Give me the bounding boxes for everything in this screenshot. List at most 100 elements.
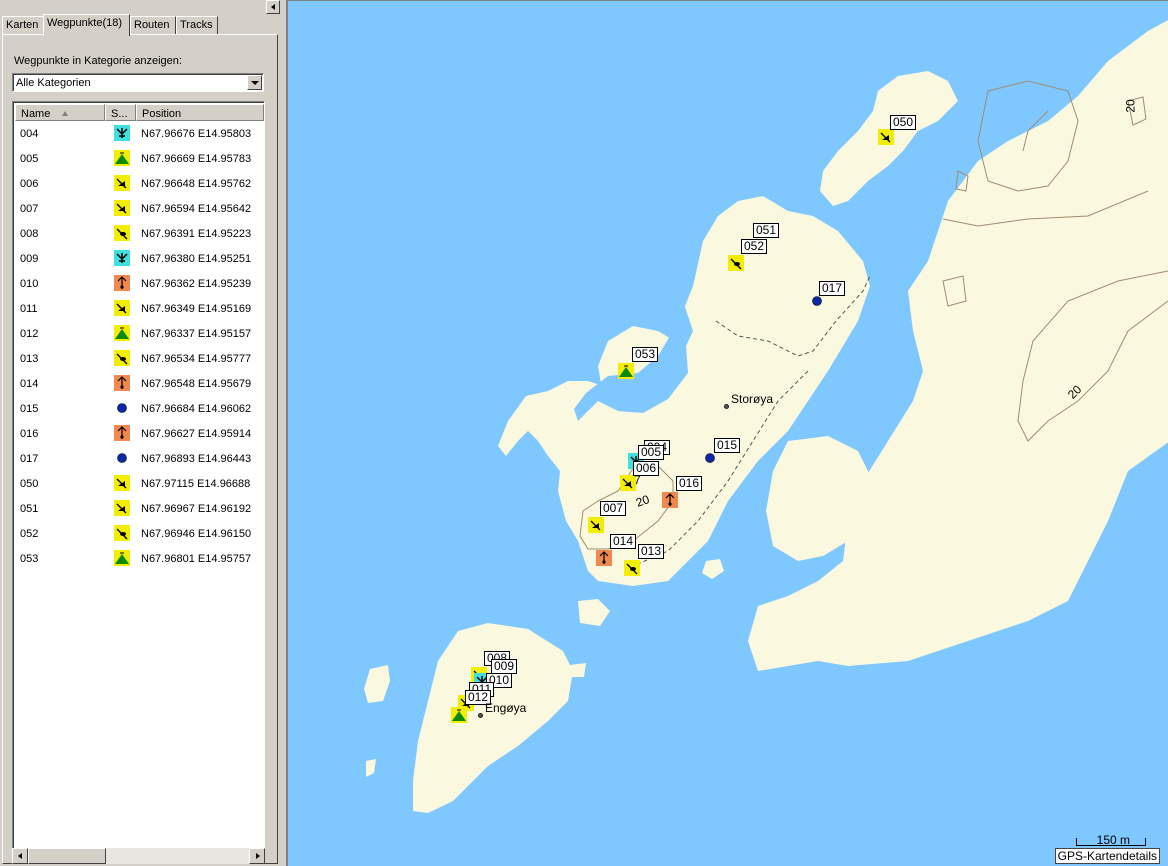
scroll-thumb[interactable] [28,848,106,864]
list-item[interactable]: 006 N67.96648 E14.95762 [15,171,264,196]
column-header-position[interactable]: Position [136,104,264,121]
orange-marker-icon [114,425,130,441]
yellow-boat-icon [114,300,130,316]
waypoint-position: N67.96648 E14.95762 [141,178,252,190]
list-item[interactable]: 015 N67.96684 E14.96062 [15,396,264,421]
waypoint-name: 005 [20,153,39,165]
category-label: Wegpunkte in Kategorie anzeigen: [14,55,182,67]
scroll-left-button[interactable] [12,848,28,864]
list-item[interactable]: 052 N67.96946 E14.96150 [15,521,264,546]
map-view[interactable]: 0500510520170530040050060150160070140130… [286,0,1168,866]
waypoint-position: N67.96534 E14.95777 [141,353,252,365]
orange-marker-icon[interactable] [662,492,678,508]
list-item[interactable]: 009 N67.96380 E14.95251 [15,246,264,271]
list-item[interactable]: 016 N67.96627 E14.95914 [15,421,264,446]
green-tent-icon[interactable] [451,707,467,723]
category-select-value: Alle Kategorien [16,77,91,89]
list-item[interactable]: 012 N67.96337 E14.95157 [15,321,264,346]
waypoint-position: N67.96967 E14.96192 [141,503,252,515]
waypoint-name: 051 [20,503,39,515]
orange-marker-icon[interactable] [596,550,612,566]
waypoint-position: N67.96676 E14.95803 [141,128,252,140]
waypoint-name: 053 [20,553,39,565]
waypoint-position: N67.96362 E14.95239 [141,278,252,290]
yellow-boat-icon[interactable] [588,517,604,533]
waypoint-position: N67.96380 E14.95251 [141,253,252,265]
cyan-anchor-icon [114,125,130,141]
waypoint-name: 004 [20,128,39,140]
place-name-engoya: Engøya [485,701,527,715]
list-item[interactable]: 051 N67.96967 E14.96192 [15,496,264,521]
waypoint-position: N67.96594 E14.95642 [141,203,252,215]
waypoint-map-label[interactable]: 017 [819,281,846,296]
waypoint-name: 011 [20,303,38,315]
yellow-boat-icon [114,175,130,191]
list-item[interactable]: 053 N67.96801 E14.95757 [15,546,264,571]
waypoint-map-label[interactable]: 015 [714,438,741,453]
waypoint-name: 006 [20,178,39,190]
list-item[interactable]: 004 N67.96676 E14.95803 [15,121,264,146]
waypoint-map-label[interactable]: 016 [676,476,703,491]
waypoint-map-label[interactable]: 007 [600,501,627,516]
cyan-anchor-icon [114,250,130,266]
waypoint-map-label[interactable]: 051 [753,223,780,238]
map-canvas [364,20,1168,813]
waypoint-panel: Karten Wegpunkte(18) Routen Tracks Wegpu… [0,0,280,866]
yellow-fish-icon[interactable] [728,255,744,271]
waypoint-name: 013 [20,353,39,365]
waypoint-position: N67.96946 E14.96150 [141,528,252,540]
list-item[interactable]: 013 N67.96534 E14.95777 [15,346,264,371]
yellow-fish-icon [114,350,130,366]
waypoint-name: 009 [20,253,39,265]
dropdown-arrow-icon[interactable] [247,75,262,90]
list-item[interactable]: 005 N67.96669 E14.95783 [15,146,264,171]
list-item[interactable]: 014 N67.96548 E14.95679 [15,371,264,396]
waypoint-map-label[interactable]: 014 [610,534,637,549]
list-item[interactable]: 008 N67.96391 E14.95223 [15,221,264,246]
waypoint-name: 052 [20,528,39,540]
tab-wegpunkte[interactable]: Wegpunkte(18) [43,14,130,36]
waypoint-position: N67.96627 E14.95914 [141,428,252,440]
waypoint-map-label[interactable]: 005 [638,445,665,460]
waypoint-position: N67.96337 E14.95157 [141,328,252,340]
green-tent-icon[interactable] [618,363,634,379]
column-header-name[interactable]: Name [15,104,105,121]
waypoint-position: N67.96391 E14.95223 [141,228,252,240]
list-item[interactable]: 010 N67.96362 E14.95239 [15,271,264,296]
yellow-boat-icon[interactable] [878,129,894,145]
tab-routen[interactable]: Routen [130,16,176,35]
tab-karten[interactable]: Karten [2,16,44,35]
waypoint-map-label[interactable]: 7 [634,473,641,487]
waypoint-position: N67.96801 E14.95757 [141,553,252,565]
panel-splitter[interactable] [278,0,286,866]
list-item[interactable]: 017 N67.96893 E14.96443 [15,446,264,471]
list-item[interactable]: 007 N67.96594 E14.95642 [15,196,264,221]
blue-dot-icon [114,450,130,466]
map-details-label: GPS-Kartendetails [1054,848,1160,864]
scroll-right-button[interactable] [249,848,265,864]
waypoint-position: N67.96669 E14.95783 [141,153,252,165]
yellow-boat-icon [114,200,130,216]
waypoint-name: 007 [20,203,39,215]
category-select[interactable]: Alle Kategorien [12,73,264,92]
waypoint-map-label[interactable]: 053 [632,347,659,362]
yellow-fish-icon[interactable] [624,560,640,576]
waypoint-map-label[interactable]: 009 [491,659,518,674]
tab-tracks[interactable]: Tracks [176,16,218,35]
waypoint-name: 016 [20,428,39,440]
yellow-boat-icon [114,500,130,516]
list-item[interactable]: 050 N67.97115 E14.96688 [15,471,264,496]
waypoint-map-label[interactable]: 013 [638,544,665,559]
waypoint-map-label[interactable]: 052 [741,239,768,254]
waypoint-map-label[interactable]: 050 [890,115,917,130]
collapse-panel-button[interactable] [266,0,280,14]
list-item[interactable]: 011 N67.96349 E14.95169 [15,296,264,321]
horizontal-scrollbar[interactable] [12,848,265,864]
waypoint-position: N67.96548 E14.95679 [141,378,252,390]
waypoint-position: N67.97115 E14.96688 [141,478,251,490]
place-dot-engoya [478,713,483,718]
column-header-symbol[interactable]: S... [105,104,136,121]
green-tent-icon [114,550,130,566]
waypoint-list: Name S... Position 004 N67.96676 E14.9580… [12,101,265,849]
waypoint-name: 017 [20,453,39,465]
